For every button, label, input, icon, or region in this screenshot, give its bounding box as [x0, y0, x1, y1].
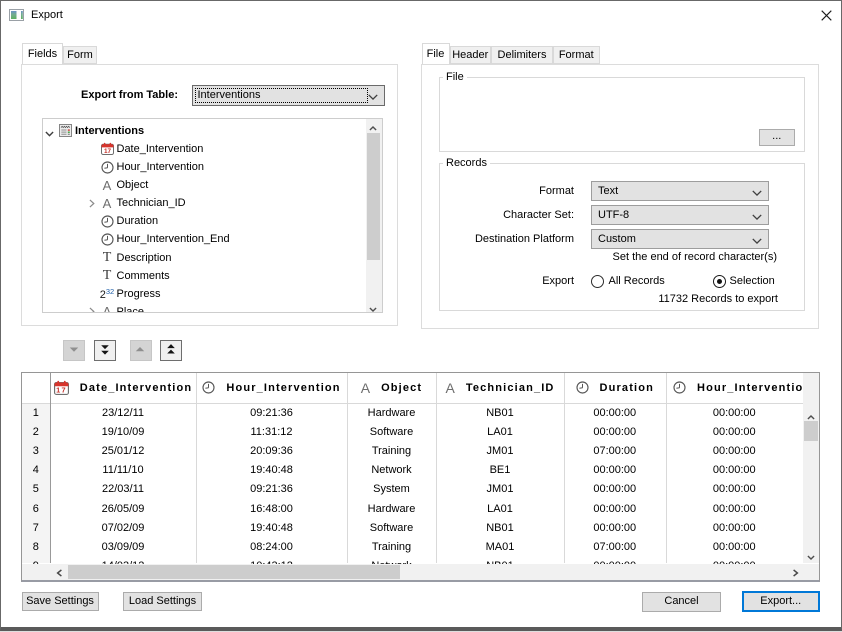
- svg-text:17: 17: [103, 148, 111, 155]
